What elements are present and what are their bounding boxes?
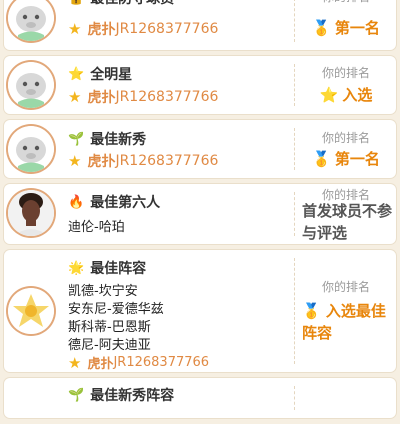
winner-user-link[interactable]: ★ 虎扑 JR1268377766	[68, 353, 210, 373]
winner-username: JR1268377766	[115, 89, 219, 105]
player-name[interactable]: 安东尼-爱德华兹	[68, 298, 164, 317]
award-card-sixth-man[interactable]: 🔥 最佳第六人 迪伦-哈珀 你的排名 首发球员不参与评选	[4, 184, 396, 244]
rank-value: 🥇 入选最佳阵容	[302, 302, 386, 342]
winner-username: JR1268377766	[113, 355, 210, 370]
star-icon: ★	[68, 152, 82, 170]
award-title: 最佳新秀阵容	[90, 388, 175, 404]
gold-medal-icon: 🥇	[312, 19, 331, 37]
star-icon: ⭐	[68, 66, 85, 82]
rank-label: 你的排名	[296, 0, 396, 5]
sparkle-icon: 🌟	[68, 260, 85, 276]
sprout-icon: 🌱	[68, 387, 85, 403]
divider	[294, 386, 295, 410]
award-card-dpoy[interactable]: 🔒 最佳防守球员 ★ 虎扑JR1268377766 你的排名 🥇第一名	[4, 0, 396, 50]
rank-value: 🥇 第一名	[312, 19, 380, 37]
rank-value: 🥇 第一名	[312, 150, 380, 168]
sprout-icon: 🌱	[68, 131, 85, 147]
awards-list: 🔒 最佳防守球员 ★ 虎扑JR1268377766 你的排名 🥇第一名 ⭐ 全明…	[0, 0, 400, 424]
player-name[interactable]: 迪伦-哈珀	[68, 216, 125, 235]
rank-value: 首发球员不参与评选	[302, 202, 393, 242]
star-icon: ★	[68, 20, 82, 38]
gold-medal-icon: 🥇	[312, 150, 331, 168]
winner-user-link[interactable]: ★ 虎扑 JR1268377766	[68, 87, 218, 107]
default-avatar	[8, 62, 54, 108]
award-title: 全明星	[90, 67, 133, 83]
award-card-roy[interactable]: 🌱 最佳新秀 ★ 虎扑 JR1268377766 你的排名 🥇 第一名	[4, 120, 396, 178]
player-name[interactable]: 德尼-阿夫迪亚	[68, 334, 151, 353]
rank-label: 你的排名	[321, 131, 370, 145]
winner-username: JR1268377766	[115, 153, 219, 169]
star-icon: ★	[68, 353, 82, 372]
divider	[294, 258, 295, 364]
lock-icon: 🔒	[68, 0, 84, 6]
winner-user-link[interactable]: ★ 虎扑 JR1268377766	[68, 19, 218, 39]
award-title: 最佳新秀	[90, 132, 147, 148]
fire-icon: 🔥	[68, 194, 85, 210]
award-card-all-nba[interactable]: 🌟 最佳阵容 凯德-坎宁安 安东尼-爱德华兹 斯科蒂-巴恩斯 德尼-阿夫迪亚 ★…	[4, 250, 396, 372]
award-title: 最佳第六人	[90, 195, 161, 211]
rank-label: 你的排名	[321, 66, 370, 80]
award-card-allstar[interactable]: ⭐ 全明星 ★ 虎扑 JR1268377766 你的排名 ⭐ 入选	[4, 56, 396, 114]
star-icon: ★	[68, 88, 82, 106]
star-medal-icon: ⭐	[319, 86, 339, 104]
divider	[294, 0, 295, 42]
award-title: 最佳防守球员	[90, 0, 174, 8]
award-title: 最佳阵容	[90, 261, 147, 277]
winner-user-link[interactable]: ★ 虎扑 JR1268377766	[68, 151, 218, 171]
divider	[294, 192, 295, 236]
default-avatar	[8, 126, 54, 172]
divider	[294, 128, 295, 170]
rank-label: 你的排名	[321, 280, 370, 294]
award-card-all-rookie[interactable]: 🌱 最佳新秀阵容	[4, 378, 396, 418]
player-name[interactable]: 斯科蒂-巴恩斯	[68, 316, 151, 335]
winner-username: JR1268377766	[115, 21, 219, 37]
player-name[interactable]: 凯德-坎宁安	[68, 280, 138, 299]
player-avatar	[8, 190, 54, 236]
divider	[294, 64, 295, 106]
gold-medal-icon: 🥇	[302, 302, 321, 320]
rank-value: ⭐ 入选	[319, 86, 373, 104]
team-badge-avatar	[8, 288, 54, 334]
default-avatar	[8, 0, 54, 41]
